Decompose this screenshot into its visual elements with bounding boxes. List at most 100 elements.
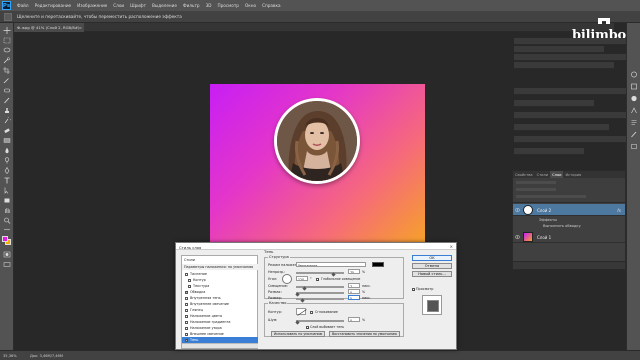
tab-styles[interactable]: Стили	[535, 171, 551, 178]
checkbox[interactable]	[188, 284, 191, 288]
crop-tool-icon[interactable]	[3, 67, 11, 74]
close-icon[interactable]: ×	[79, 25, 82, 30]
history-brush-tool-icon[interactable]	[3, 115, 13, 124]
new-style-button[interactable]: Новый стиль...	[412, 271, 452, 277]
lock-row[interactable]	[516, 195, 586, 198]
eraser-tool-icon[interactable]	[3, 127, 11, 134]
menu-3d[interactable]: 3D	[206, 3, 212, 8]
menu-edit[interactable]: Редактирование	[35, 3, 72, 8]
more-tools-icon[interactable]	[3, 226, 11, 233]
make-default-button[interactable]: Использовать по умолчанию	[271, 331, 326, 337]
history-panel-icon[interactable]	[630, 71, 638, 78]
blending-options-item[interactable]: Параметры наложения: по умолчанию	[182, 264, 258, 270]
checkbox[interactable]	[185, 320, 188, 324]
tool-preset-icon[interactable]	[4, 12, 12, 21]
dodge-tool-icon[interactable]	[3, 157, 11, 164]
panel-row[interactable]	[514, 46, 604, 53]
global-light-checkbox[interactable]: ✓	[316, 277, 320, 281]
ok-button[interactable]: OK	[412, 255, 452, 261]
effect-item[interactable]: Выполнить обводку	[513, 223, 625, 229]
preview-checkbox[interactable]: ✓	[412, 287, 416, 291]
layer-filter-dropdown[interactable]	[516, 181, 556, 184]
menu-file[interactable]: Файл	[17, 3, 29, 8]
blend-mode-dropdown[interactable]	[516, 188, 556, 191]
menu-layer[interactable]: Слои	[113, 3, 124, 8]
menu-help[interactable]: Справка	[262, 3, 280, 8]
zoom-tool-icon[interactable]	[3, 217, 11, 224]
panel-row[interactable]	[514, 136, 626, 143]
noise-input[interactable]: 0	[348, 317, 360, 322]
panel-row[interactable]	[514, 124, 609, 131]
opacity-slider[interactable]	[296, 272, 344, 274]
checkbox[interactable]	[185, 332, 188, 336]
document-info[interactable]: Док: 3,46M/7,46M	[30, 354, 63, 358]
quick-mask-icon[interactable]	[3, 251, 11, 258]
eyedropper-tool-icon[interactable]	[3, 77, 11, 84]
zoom-level[interactable]: 35,36%	[3, 354, 17, 358]
tab-properties[interactable]: Свойства	[513, 171, 535, 178]
spread-input[interactable]: 0	[348, 289, 360, 294]
shape-tool-icon[interactable]	[3, 197, 11, 204]
checkbox[interactable]	[185, 308, 188, 312]
checkbox[interactable]	[185, 272, 188, 276]
type-tool-icon[interactable]	[3, 177, 11, 184]
shadow-color-swatch[interactable]	[372, 262, 384, 267]
panel-row[interactable]	[514, 112, 626, 119]
foreground-color-swatch[interactable]	[2, 236, 8, 242]
paragraph-panel-icon[interactable]	[630, 119, 638, 126]
character-panel-icon[interactable]	[630, 107, 638, 114]
tab-layers[interactable]: Слои	[550, 171, 564, 178]
layer-comps-panel-icon[interactable]	[630, 143, 638, 150]
document-tab[interactable]: Ф.жpg @ 41% (Слой 2, RGB/8#) ×	[14, 23, 84, 32]
document-canvas[interactable]	[210, 84, 425, 245]
checkbox[interactable]	[185, 296, 188, 300]
panel-row[interactable]	[514, 62, 614, 69]
gradient-tool-icon[interactable]	[3, 137, 11, 144]
opacity-input[interactable]: 75	[348, 269, 360, 274]
brush-panel-icon[interactable]	[630, 131, 638, 138]
screen-mode-icon[interactable]	[3, 261, 11, 268]
healing-brush-tool-icon[interactable]	[3, 87, 11, 94]
cancel-button[interactable]: Отмена	[412, 263, 452, 269]
move-tool-icon[interactable]	[3, 27, 11, 34]
checkbox[interactable]	[188, 278, 191, 282]
menu-image[interactable]: Изображение	[77, 3, 107, 8]
close-icon[interactable]: ×	[450, 244, 453, 249]
menu-window[interactable]: Окно	[245, 3, 256, 8]
size-slider-handle[interactable]	[300, 298, 305, 303]
menu-view[interactable]: Просмотр	[217, 3, 239, 8]
panel-row[interactable]	[514, 88, 626, 95]
size-input[interactable]: 5	[348, 295, 360, 300]
styles-header[interactable]: Стили	[182, 257, 258, 263]
quick-select-tool-icon[interactable]	[3, 57, 11, 64]
marquee-tool-icon[interactable]	[3, 37, 11, 44]
distance-input[interactable]: 7	[348, 283, 360, 288]
panel-row[interactable]	[514, 148, 584, 155]
layer-name[interactable]: Слой 1	[537, 235, 551, 240]
panel-row[interactable]	[514, 38, 626, 45]
adjustments-panel-icon[interactable]	[630, 95, 638, 102]
checkbox[interactable]	[185, 302, 188, 306]
checkbox[interactable]	[185, 314, 188, 318]
eye-icon[interactable]	[515, 208, 520, 212]
hand-tool-icon[interactable]	[3, 207, 11, 214]
angle-input[interactable]: 120	[296, 276, 308, 281]
panel-row[interactable]	[514, 100, 594, 107]
preview-toggle[interactable]: ✓Просмотр	[412, 287, 433, 291]
layer-row[interactable]: Слой 2 fx	[513, 204, 625, 216]
lasso-tool-icon[interactable]	[3, 47, 11, 54]
reset-default-button[interactable]: Восстановить значения по умолчанию	[329, 331, 400, 337]
spread-slider[interactable]	[296, 292, 344, 294]
properties-panel-icon[interactable]	[630, 83, 638, 90]
checkbox-checked[interactable]	[185, 338, 188, 342]
checkbox-checked[interactable]	[185, 290, 188, 294]
contour-picker[interactable]	[296, 308, 307, 316]
checkbox[interactable]	[185, 326, 188, 330]
panel-row[interactable]	[514, 54, 626, 61]
layer-row[interactable]: Слой 1	[513, 231, 625, 243]
blur-tool-icon[interactable]	[3, 147, 11, 154]
tab-history[interactable]: История	[563, 171, 583, 178]
brush-tool-icon[interactable]	[3, 97, 11, 104]
noise-slider[interactable]	[296, 320, 344, 322]
menu-select[interactable]: Выделение	[152, 3, 177, 8]
